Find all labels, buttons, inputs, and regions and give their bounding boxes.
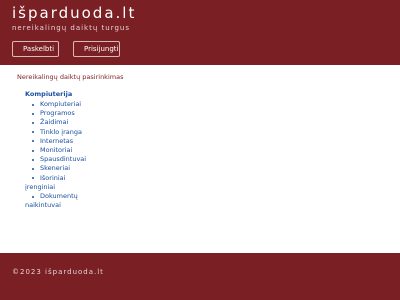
login-label: Prisijungti — [84, 45, 119, 53]
category-item-text-cont: įrenginiai — [25, 182, 56, 191]
category-item-document-shredders[interactable]: Dokumentų naikintuvai — [25, 192, 145, 210]
category-item[interactable]: Spausdintuvai — [25, 155, 145, 164]
page-subtitle: Nereikalingų daiktų pasirinkimas — [17, 73, 124, 81]
category-item[interactable]: Monitoriai — [25, 146, 145, 155]
category-item[interactable]: Skeneriai — [25, 164, 145, 173]
main-content: Nereikalingų daiktų pasirinkimas Kompiut… — [0, 65, 400, 253]
post-ad-label: Paskelbti — [23, 45, 55, 53]
footer: ©2023 išparduoda.lt — [0, 253, 400, 300]
category-item-text: Išoriniai — [40, 173, 66, 182]
category-item[interactable]: Kompiuteriai — [25, 100, 145, 109]
site-title[interactable]: išparduoda.lt — [12, 4, 136, 22]
category-item-text: Dokumentų — [40, 192, 78, 201]
category-item-external-devices[interactable]: Išoriniai įrenginiai — [25, 174, 145, 192]
category-item[interactable]: Žaidimai — [25, 118, 145, 127]
site-tagline: nereikalingų daiktų turgus — [12, 24, 130, 32]
category-title[interactable]: Kompiuterija — [25, 90, 145, 98]
category-item-text-cont: naikintuvai — [25, 201, 61, 210]
category-item[interactable]: Internetas — [25, 137, 145, 146]
copyright: ©2023 išparduoda.lt — [12, 268, 104, 276]
category-list: Kompiuteriai Programos Žaidimai Tinklo į… — [25, 100, 145, 210]
login-button[interactable]: Prisijungti — [73, 41, 120, 57]
category-item[interactable]: Tinklo įranga — [25, 128, 145, 137]
category-block: Kompiuterija Kompiuteriai Programos Žaid… — [25, 90, 145, 210]
header: išparduoda.lt nereikalingų daiktų turgus… — [0, 0, 400, 65]
post-ad-button[interactable]: Paskelbti — [12, 41, 59, 57]
